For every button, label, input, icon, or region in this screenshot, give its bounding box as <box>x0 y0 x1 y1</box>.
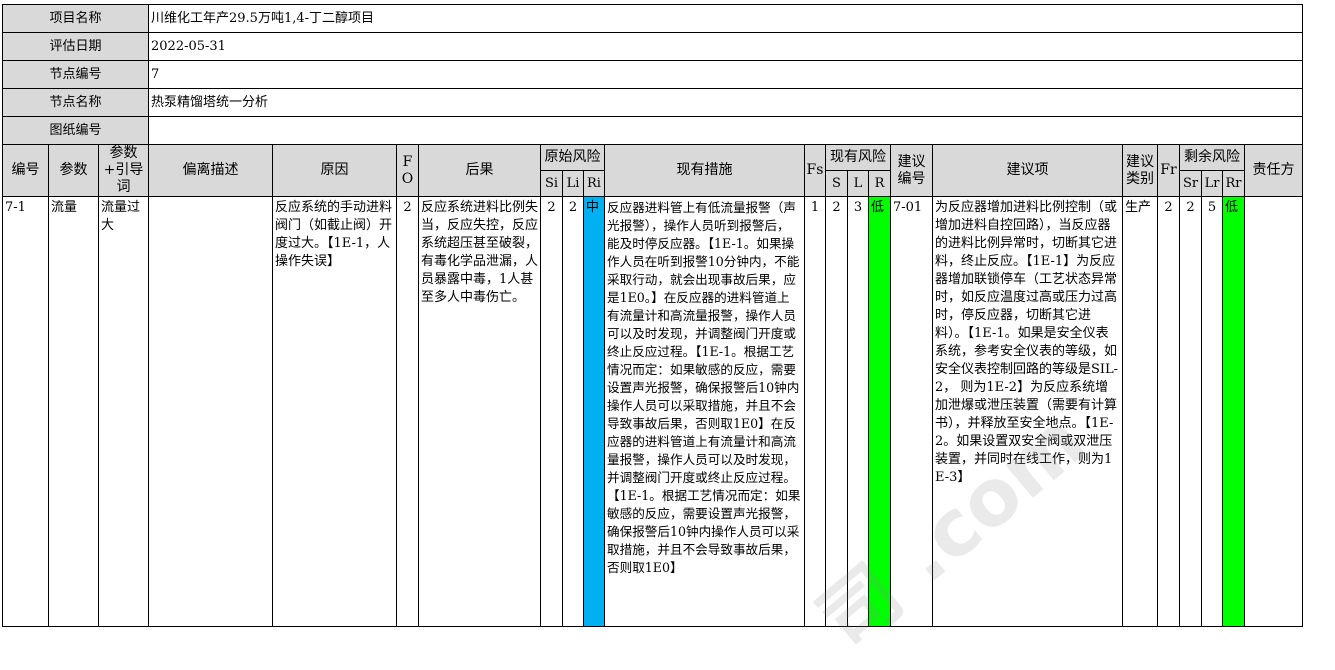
info-row-date: 评估日期 2022-05-31 <box>2 32 1303 61</box>
cell-guideword: 流量过大 <box>98 196 149 627</box>
cell-recommendation-no: 7-01 <box>890 196 933 627</box>
cell-rr: 低 <box>1222 196 1245 627</box>
cell-recommendation-type: 生产 <box>1122 196 1158 627</box>
header-fs: Fs <box>804 144 826 197</box>
cell-owner <box>1244 196 1303 627</box>
header-lr: Lr <box>1201 170 1223 197</box>
cell-no: 7-1 <box>2 196 49 627</box>
info-label: 节点名称 <box>2 88 149 117</box>
header-no: 编号 <box>2 144 49 197</box>
cell-ri: 中 <box>583 196 605 627</box>
header-row-top: 编号 参数 参数+引导词 偏离描述 原因 FO 后果 原始风险 现有措施 Fs … <box>2 144 1303 197</box>
info-row-drawing-number: 图纸编号 <box>2 116 1303 145</box>
cell-fr: 2 <box>1157 196 1180 627</box>
hazop-table: 项目名称 川维化工年产29.5万吨1,4-丁二醇项目 评估日期 2022-05-… <box>2 4 1303 627</box>
info-label: 项目名称 <box>2 4 149 33</box>
header-fr: Fr <box>1157 144 1180 197</box>
header-guideword: 参数+引导词 <box>98 144 149 197</box>
cell-consequence: 反应系统进料比例失当，反应失控，反应系统超压甚至破裂，有毒化学品泄漏，人员暴露中… <box>418 196 541 627</box>
info-value <box>148 116 1303 145</box>
hazop-worksheet: 项目名称 川维化工年产29.5万吨1,4-丁二醇项目 评估日期 2022-05-… <box>2 4 1303 627</box>
cell-si: 2 <box>540 196 563 627</box>
cell-lr: 5 <box>1201 196 1223 627</box>
header-measures: 现有措施 <box>604 144 805 197</box>
header-recommendation-no: 建议编号 <box>890 144 933 197</box>
header-deviation: 偏离描述 <box>148 144 273 197</box>
cell-fs: 1 <box>804 196 826 627</box>
cell-r: 低 <box>868 196 891 627</box>
header-residual-risk: 剩余风险 <box>1179 144 1245 171</box>
cell-recommendation: 为反应器增加进料比例控制（或增加进料自控回路），当反应器的进料比例异常时，切断其… <box>932 196 1123 627</box>
cell-measures: 反应器进料管上有低流量报警（声光报警），操作人员听到报警后，能及时停反应器。【1… <box>604 196 805 627</box>
info-value: 2022-05-31 <box>148 32 1303 61</box>
header-original-risk: 原始风险 <box>540 144 605 171</box>
cell-l: 3 <box>847 196 869 627</box>
header-param: 参数 <box>48 144 99 197</box>
header-s: S <box>825 170 848 197</box>
cell-sr: 2 <box>1179 196 1202 627</box>
info-row-node-name: 节点名称 热泵精馏塔统一分析 <box>2 88 1303 117</box>
header-owner: 责任方 <box>1244 144 1303 197</box>
info-label: 评估日期 <box>2 32 149 61</box>
header-consequence: 后果 <box>418 144 541 197</box>
cell-cause: 反应系统的手动进料阀门（如截止阀）开度过大。【1E-1，人操作失误】 <box>272 196 397 627</box>
cell-deviation <box>148 196 273 627</box>
header-l: L <box>847 170 869 197</box>
header-current-risk: 现有风险 <box>825 144 891 171</box>
header-r: R <box>868 170 891 197</box>
cell-s: 2 <box>825 196 848 627</box>
header-recommendation-type: 建议类别 <box>1122 144 1158 197</box>
table-row: 7-1 流量 流量过大 反应系统的手动进料阀门（如截止阀）开度过大。【1E-1，… <box>2 196 1303 627</box>
header-recommendation: 建议项 <box>932 144 1123 197</box>
cell-fo: 2 <box>396 196 419 627</box>
cell-param: 流量 <box>48 196 99 627</box>
info-label: 节点编号 <box>2 60 149 89</box>
header-cause: 原因 <box>272 144 397 197</box>
header-fo: FO <box>396 144 419 197</box>
info-value: 川维化工年产29.5万吨1,4-丁二醇项目 <box>148 4 1303 33</box>
header-li: Li <box>562 170 584 197</box>
info-row-project: 项目名称 川维化工年产29.5万吨1,4-丁二醇项目 <box>2 4 1303 33</box>
header-ri: Ri <box>583 170 605 197</box>
info-row-node-number: 节点编号 7 <box>2 60 1303 89</box>
info-value: 热泵精馏塔统一分析 <box>148 88 1303 117</box>
header-rr: Rr <box>1222 170 1245 197</box>
header-si: Si <box>540 170 563 197</box>
info-label: 图纸编号 <box>2 116 149 145</box>
info-value: 7 <box>148 60 1303 89</box>
header-sr: Sr <box>1179 170 1202 197</box>
cell-li: 2 <box>562 196 584 627</box>
